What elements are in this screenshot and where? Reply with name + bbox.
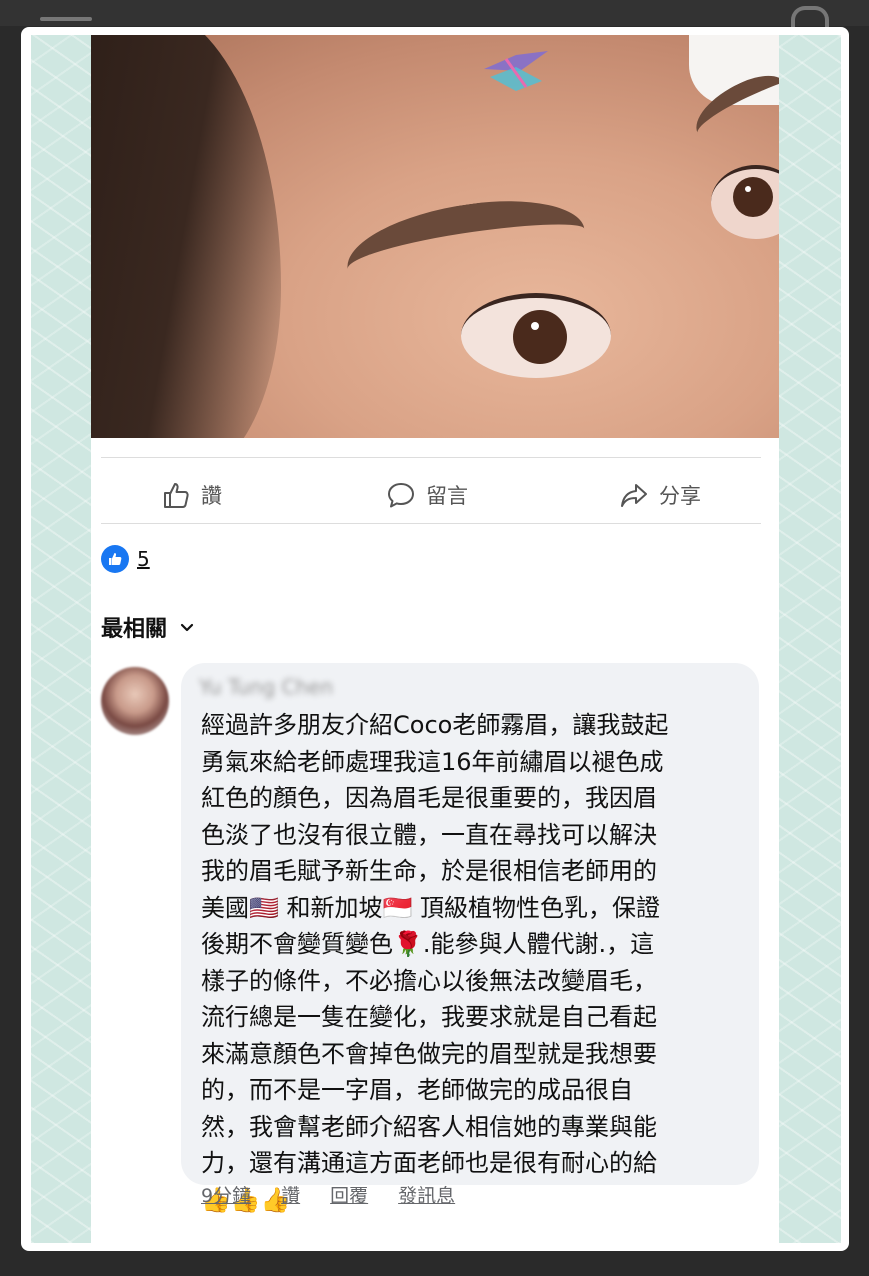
comment-like-link[interactable]: 讚 [281,1181,300,1208]
photo-eyebrow [341,188,591,310]
commenter-name[interactable]: Yu Tung Chen [199,675,333,699]
comment-reply-link[interactable]: 回覆 [330,1181,368,1208]
photo-eye-right [711,165,779,239]
sort-label: 最相關 [101,617,168,642]
comment-sort-dropdown[interactable]: 最相關 [101,611,195,643]
chevron-down-icon [180,623,194,632]
share-label: 分享 [659,484,701,508]
like-label: 讚 [201,484,222,508]
photo-hair [91,35,281,438]
comment-button[interactable]: 留言 [386,475,468,515]
studio-logo-icon [484,51,548,91]
thumbs-up-icon [164,483,189,508]
post-action-bar: 讚 留言 分享 [91,475,779,515]
avatar[interactable] [101,667,169,735]
reaction-count[interactable]: 5 [137,547,150,571]
screenshot-frame: 讚 留言 分享 5 最相關 Yu Tung Chen 經過許多朋友介紹Coco老… [21,27,849,1251]
share-button[interactable]: 分享 [619,475,701,515]
reaction-summary[interactable]: 5 [101,545,150,573]
comment-icon [388,483,414,508]
photo-eye [461,293,611,378]
app-top-bar [0,0,869,30]
comment-meta: 9分鐘 讚 回覆 發訊息 [201,1181,455,1208]
like-reaction-icon [101,545,129,573]
divider [101,457,761,458]
share-icon [621,484,647,507]
menu-icon[interactable] [40,17,92,21]
post-photo[interactable] [91,35,779,438]
comment-timestamp[interactable]: 9分鐘 [201,1181,251,1208]
comment-bubble: Yu Tung Chen 經過許多朋友介紹Coco老師霧眉，讓我鼓起 勇氣來給老… [181,663,759,1214]
facebook-post-card: 讚 留言 分享 5 最相關 Yu Tung Chen 經過許多朋友介紹Coco老… [91,35,779,1243]
comment-text: 經過許多朋友介紹Coco老師霧眉，讓我鼓起 勇氣來給老師處理我這16年前繡眉以褪… [201,711,669,1214]
comment-label: 留言 [426,484,468,508]
comment-message-link[interactable]: 發訊息 [398,1181,455,1208]
like-button[interactable]: 讚 [161,475,222,515]
divider [101,523,761,524]
